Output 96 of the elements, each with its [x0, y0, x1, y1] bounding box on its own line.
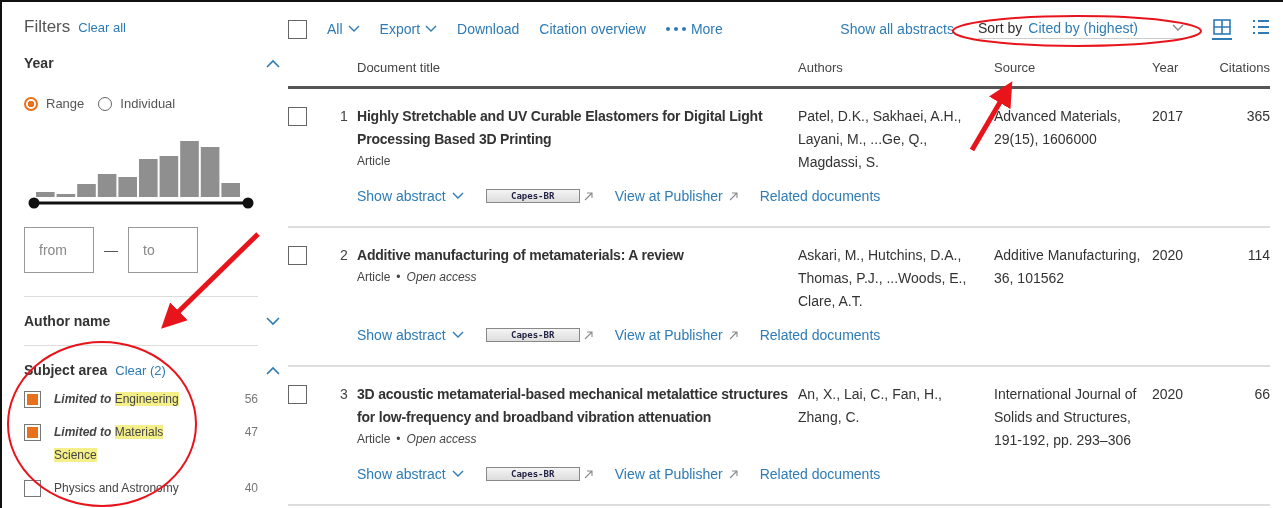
chevron-down-icon — [425, 25, 438, 33]
show-abstract-button[interactable]: Show abstract — [357, 464, 464, 484]
column-header: Year — [1152, 59, 1180, 77]
document-title-link[interactable]: Additive manufacturing of metamaterials: A review — [357, 244, 798, 267]
citation-count: 66 — [1254, 385, 1270, 404]
chevron-down-icon — [451, 192, 464, 200]
filter-label: Limited to Materials Science — [54, 424, 165, 464]
from-field[interactable]: from — [24, 227, 94, 273]
access-label: Open access — [406, 270, 477, 284]
document-type: Article — [357, 432, 391, 446]
access-label: Open access — [406, 432, 477, 446]
select-all-checkbox[interactable] — [288, 19, 307, 39]
row-number: 3 — [340, 385, 349, 404]
dropdown-button[interactable]: Export — [379, 21, 438, 37]
column-header: Document title — [357, 59, 442, 77]
source-text: International Journal of Solids and Structures, 191-192, pp. 293–306 — [994, 385, 1138, 450]
bullet-separator: • — [396, 432, 401, 446]
to-field[interactable]: to — [128, 227, 198, 273]
checkbox[interactable] — [24, 480, 41, 497]
filter-label: Limited to Engineering — [54, 391, 180, 408]
column-header: Source — [994, 59, 1037, 77]
external-link-icon — [583, 469, 593, 479]
clear-link[interactable]: Clear (2) — [115, 363, 166, 378]
histogram-bar — [118, 177, 137, 197]
expand-icon[interactable] — [266, 316, 280, 326]
histogram-bar — [139, 159, 158, 197]
related-documents-link[interactable]: Related documents — [759, 186, 881, 206]
view-at-publisher-link[interactable]: View at Publisher — [614, 325, 738, 345]
result-count: 56 — [244, 391, 258, 408]
related-documents-link[interactable]: Related documents — [759, 325, 881, 345]
year-text: 2017 — [1152, 107, 1184, 126]
row-checkbox[interactable] — [288, 107, 307, 126]
capes-button[interactable]: Capes-BR — [485, 467, 580, 481]
citation-count: 365 — [1246, 107, 1270, 126]
show-all-abstracts-link[interactable]: Show all abstracts — [840, 21, 954, 37]
year-text: 2020 — [1152, 246, 1184, 265]
bullet-separator: • — [396, 270, 401, 284]
source-text: Advanced Materials, 29(15), 1606000 — [994, 107, 1122, 149]
show-abstract-button[interactable]: Show abstract — [357, 186, 464, 206]
document-title-link[interactable]: Highly Stretchable and UV Curable Elastomers for Digital Light Processing Based 3D Printing — [357, 105, 798, 151]
view-at-publisher-link[interactable]: View at Publisher — [614, 186, 738, 206]
row-number: 1 — [340, 107, 349, 126]
panel-title: Filters — [24, 17, 71, 37]
related-documents-link[interactable]: Related documents — [759, 464, 881, 484]
slider-handle[interactable] — [28, 197, 40, 209]
checkbox[interactable] — [24, 391, 41, 408]
external-link-icon — [583, 330, 593, 340]
document-type: Article — [357, 154, 391, 168]
chevron-down-icon — [451, 331, 464, 339]
slider-handle[interactable] — [242, 197, 254, 209]
row-checkbox[interactable] — [288, 246, 307, 265]
external-link-icon — [728, 330, 738, 340]
range-slider[interactable] — [28, 197, 254, 209]
collapse-icon[interactable] — [266, 58, 280, 68]
citation-count: 114 — [1247, 246, 1270, 265]
toolbar-link[interactable]: Download — [457, 21, 520, 37]
radio-button[interactable] — [24, 96, 38, 111]
range-separator: — — [104, 242, 118, 258]
chevron-down-icon — [1172, 23, 1184, 32]
toolbar-link[interactable]: Citation overview — [539, 21, 646, 37]
row-checkbox[interactable] — [288, 385, 307, 404]
more-icon — [665, 27, 686, 31]
view-at-publisher-link[interactable]: View at Publisher — [614, 464, 738, 484]
histogram-bar — [159, 156, 179, 197]
author-list: An, X., Lai, C., Fan, H., Zhang, C. — [798, 383, 988, 429]
external-link-icon — [583, 191, 593, 201]
show-abstract-button[interactable]: Show abstract — [357, 325, 464, 345]
capes-button[interactable]: Capes-BR — [485, 328, 580, 342]
clear-all-link[interactable]: Clear all — [78, 20, 126, 35]
section-heading: Year — [24, 55, 54, 71]
radio-label: Range — [46, 96, 85, 111]
collapse-icon[interactable] — [266, 365, 280, 375]
section-heading: Author name — [24, 313, 111, 329]
chevron-down-icon — [347, 25, 360, 33]
radio-label: Individual — [120, 96, 176, 111]
external-link-icon — [728, 469, 738, 479]
year-text: 2020 — [1152, 385, 1184, 404]
grid-view-icon[interactable] — [1212, 18, 1232, 40]
histogram-bar — [180, 141, 199, 197]
chevron-down-icon — [451, 470, 464, 478]
more-button[interactable]: More — [665, 21, 723, 37]
column-header: Authors — [798, 59, 844, 77]
result-count: 40 — [244, 480, 258, 497]
row-number: 2 — [340, 246, 349, 265]
document-title-link[interactable]: 3D acoustic metamaterial-based mechanical metalattice structures for low-frequency and broadband vibration attenuation — [357, 383, 798, 429]
dropdown-button[interactable]: All — [327, 21, 360, 37]
author-list: Askari, M., Hutchins, D.A., Thomas, P.J., ...Woods, E., Clare, A.T. — [798, 244, 988, 313]
result-count: 47 — [244, 424, 258, 441]
checkbox[interactable] — [24, 424, 41, 441]
capes-button[interactable]: Capes-BR — [485, 189, 580, 203]
column-header: Citations — [1218, 59, 1270, 77]
author-list: Patel, D.K., Sakhaei, A.H., Layani, M., ...Ge, Q., Magdassi, S. — [798, 105, 988, 174]
sort-dropdown[interactable]: Sort by Cited by (highest) — [977, 19, 1188, 39]
source-text: Additive Manufacturing, 36, 101562 — [994, 246, 1142, 288]
document-type: Article — [357, 270, 391, 284]
external-link-icon — [728, 191, 738, 201]
